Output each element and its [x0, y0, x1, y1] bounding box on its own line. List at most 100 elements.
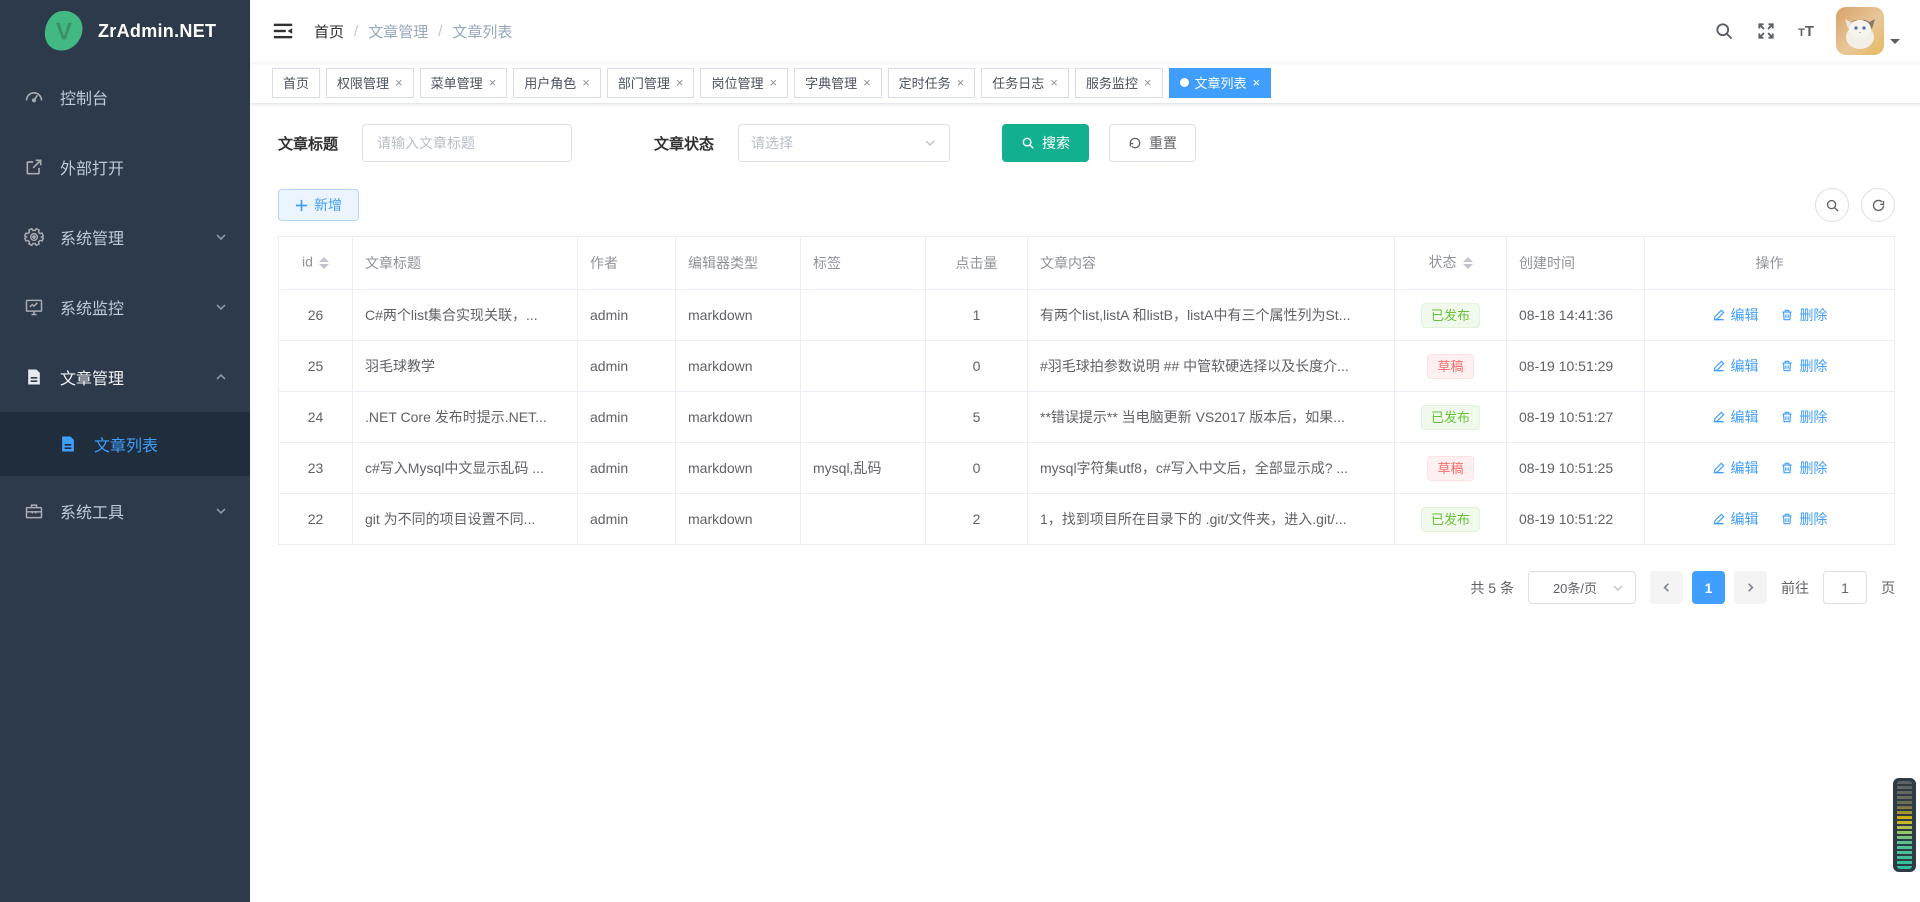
- cell-hits: 2: [926, 494, 1028, 545]
- delete-button[interactable]: 删除: [1780, 458, 1827, 478]
- tab-menu[interactable]: 菜单管理×: [420, 68, 508, 98]
- cell-tag: mysql,乱码: [801, 443, 926, 494]
- search-icon: [1825, 198, 1840, 213]
- breadcrumb: 首页 / 文章管理 / 文章列表: [314, 21, 512, 42]
- breadcrumb-level2: 文章列表: [452, 21, 512, 42]
- page-number-current[interactable]: 1: [1692, 571, 1725, 604]
- search-form: 文章标题 文章状态 请选择 搜索 重置: [278, 124, 1895, 162]
- delete-label: 删除: [1799, 305, 1827, 325]
- close-icon[interactable]: ×: [582, 76, 590, 89]
- sidebar-collapse-icon[interactable]: [272, 20, 294, 42]
- avatar[interactable]: [1836, 7, 1884, 55]
- tab-department[interactable]: 部门管理×: [607, 68, 695, 98]
- close-icon[interactable]: ×: [489, 76, 497, 89]
- goto-page-input[interactable]: [1823, 571, 1867, 604]
- close-icon[interactable]: ×: [1144, 76, 1152, 89]
- edit-label: 编辑: [1731, 458, 1759, 478]
- reset-button[interactable]: 重置: [1109, 124, 1196, 162]
- sidebar-item-label: 文章列表: [94, 432, 158, 456]
- delete-button[interactable]: 删除: [1780, 407, 1827, 427]
- edit-label: 编辑: [1731, 407, 1759, 427]
- sidebar-item-article-admin[interactable]: 文章管理: [0, 342, 250, 412]
- cell-status: 已发布: [1395, 290, 1507, 341]
- user-caret-icon: [1890, 39, 1900, 49]
- sidebar-item-system-admin[interactable]: 系统管理: [0, 202, 250, 272]
- sidebar: V ZrAdmin.NET 控制台 外部打开 系统管理: [0, 0, 250, 902]
- column-header-status[interactable]: 状态: [1395, 237, 1507, 290]
- edit-button[interactable]: 编辑: [1712, 305, 1759, 325]
- edit-label: 编辑: [1731, 509, 1759, 529]
- tab-article-list-active[interactable]: 文章列表×: [1169, 68, 1272, 98]
- close-icon[interactable]: ×: [676, 76, 684, 89]
- tab-service-monitor[interactable]: 服务监控×: [1075, 68, 1163, 98]
- refresh-table-button[interactable]: [1861, 188, 1895, 222]
- cell-id: 23: [279, 443, 353, 494]
- close-icon[interactable]: ×: [1253, 76, 1261, 89]
- sidebar-item-system-tools[interactable]: 系统工具: [0, 476, 250, 546]
- edit-button[interactable]: 编辑: [1712, 407, 1759, 427]
- search-icon: [1021, 136, 1035, 150]
- column-header-id[interactable]: id: [279, 237, 353, 290]
- logo[interactable]: V ZrAdmin.NET: [0, 0, 250, 62]
- tab-permission[interactable]: 权限管理×: [326, 68, 414, 98]
- sidebar-item-label: 系统管理: [60, 225, 214, 249]
- search-icon[interactable]: [1714, 21, 1734, 41]
- close-icon[interactable]: ×: [957, 76, 965, 89]
- tab-user-role[interactable]: 用户角色×: [513, 68, 601, 98]
- edit-button[interactable]: 编辑: [1712, 356, 1759, 376]
- tabs-bar: 首页 权限管理× 菜单管理× 用户角色× 部门管理× 岗位管理× 字典管理× 定…: [250, 62, 1920, 104]
- trash-icon: [1780, 461, 1794, 475]
- app-title: ZrAdmin.NET: [98, 21, 216, 42]
- tab-dict[interactable]: 字典管理×: [794, 68, 882, 98]
- sidebar-item-external[interactable]: 外部打开: [0, 132, 250, 202]
- plus-icon: [295, 199, 308, 212]
- cell-hits: 0: [926, 341, 1028, 392]
- cell-author: admin: [578, 341, 676, 392]
- tab-scheduled-task[interactable]: 定时任务×: [888, 68, 976, 98]
- show-search-button[interactable]: [1815, 188, 1849, 222]
- scroll-indicator[interactable]: [1893, 778, 1916, 872]
- close-icon[interactable]: ×: [769, 76, 777, 89]
- sort-icon[interactable]: [319, 252, 329, 274]
- sidebar-item-system-monitor[interactable]: 系统监控: [0, 272, 250, 342]
- edit-button[interactable]: 编辑: [1712, 509, 1759, 529]
- edit-button[interactable]: 编辑: [1712, 458, 1759, 478]
- breadcrumb-home[interactable]: 首页: [314, 21, 344, 42]
- tab-post[interactable]: 岗位管理×: [700, 68, 788, 98]
- sidebar-item-article-list-active[interactable]: 文章列表: [0, 412, 250, 476]
- tab-home[interactable]: 首页: [272, 68, 320, 98]
- cell-id: 26: [279, 290, 353, 341]
- sidebar-submenu: 文章列表: [0, 412, 250, 476]
- close-icon[interactable]: ×: [395, 76, 403, 89]
- close-icon[interactable]: ×: [863, 76, 871, 89]
- external-link-icon: [24, 157, 44, 177]
- sort-icon[interactable]: [1463, 252, 1473, 274]
- search-button[interactable]: 搜索: [1002, 124, 1089, 162]
- next-page-button[interactable]: [1734, 571, 1767, 604]
- page-size-select[interactable]: 20条/页: [1528, 571, 1636, 604]
- font-size-icon[interactable]: TT: [1798, 23, 1814, 40]
- prev-page-button[interactable]: [1650, 571, 1683, 604]
- user-menu[interactable]: [1836, 7, 1900, 55]
- tab-task-log[interactable]: 任务日志×: [981, 68, 1069, 98]
- document-icon: [24, 367, 44, 387]
- cell-status: 已发布: [1395, 494, 1507, 545]
- delete-button[interactable]: 删除: [1780, 509, 1827, 529]
- delete-button[interactable]: 删除: [1780, 356, 1827, 376]
- delete-button[interactable]: 删除: [1780, 305, 1827, 325]
- navbar-actions: TT: [1714, 7, 1900, 55]
- toolbar-right: [1815, 188, 1895, 222]
- article-title-input[interactable]: [362, 124, 572, 162]
- sidebar-item-dashboard[interactable]: 控制台: [0, 62, 250, 132]
- column-header-editor: 编辑器类型: [676, 237, 801, 290]
- breadcrumb-separator: /: [354, 23, 358, 40]
- column-header-content: 文章内容: [1028, 237, 1395, 290]
- trash-icon: [1780, 410, 1794, 424]
- close-icon[interactable]: ×: [1050, 76, 1058, 89]
- reset-button-label: 重置: [1149, 133, 1177, 153]
- add-button[interactable]: 新增: [278, 189, 359, 221]
- cell-content: **错误提示** 当电脑更新 VS2017 版本后，如果...: [1028, 392, 1395, 443]
- chevron-down-icon: [214, 504, 228, 518]
- fullscreen-icon[interactable]: [1756, 21, 1776, 41]
- article-status-select[interactable]: 请选择: [738, 124, 950, 162]
